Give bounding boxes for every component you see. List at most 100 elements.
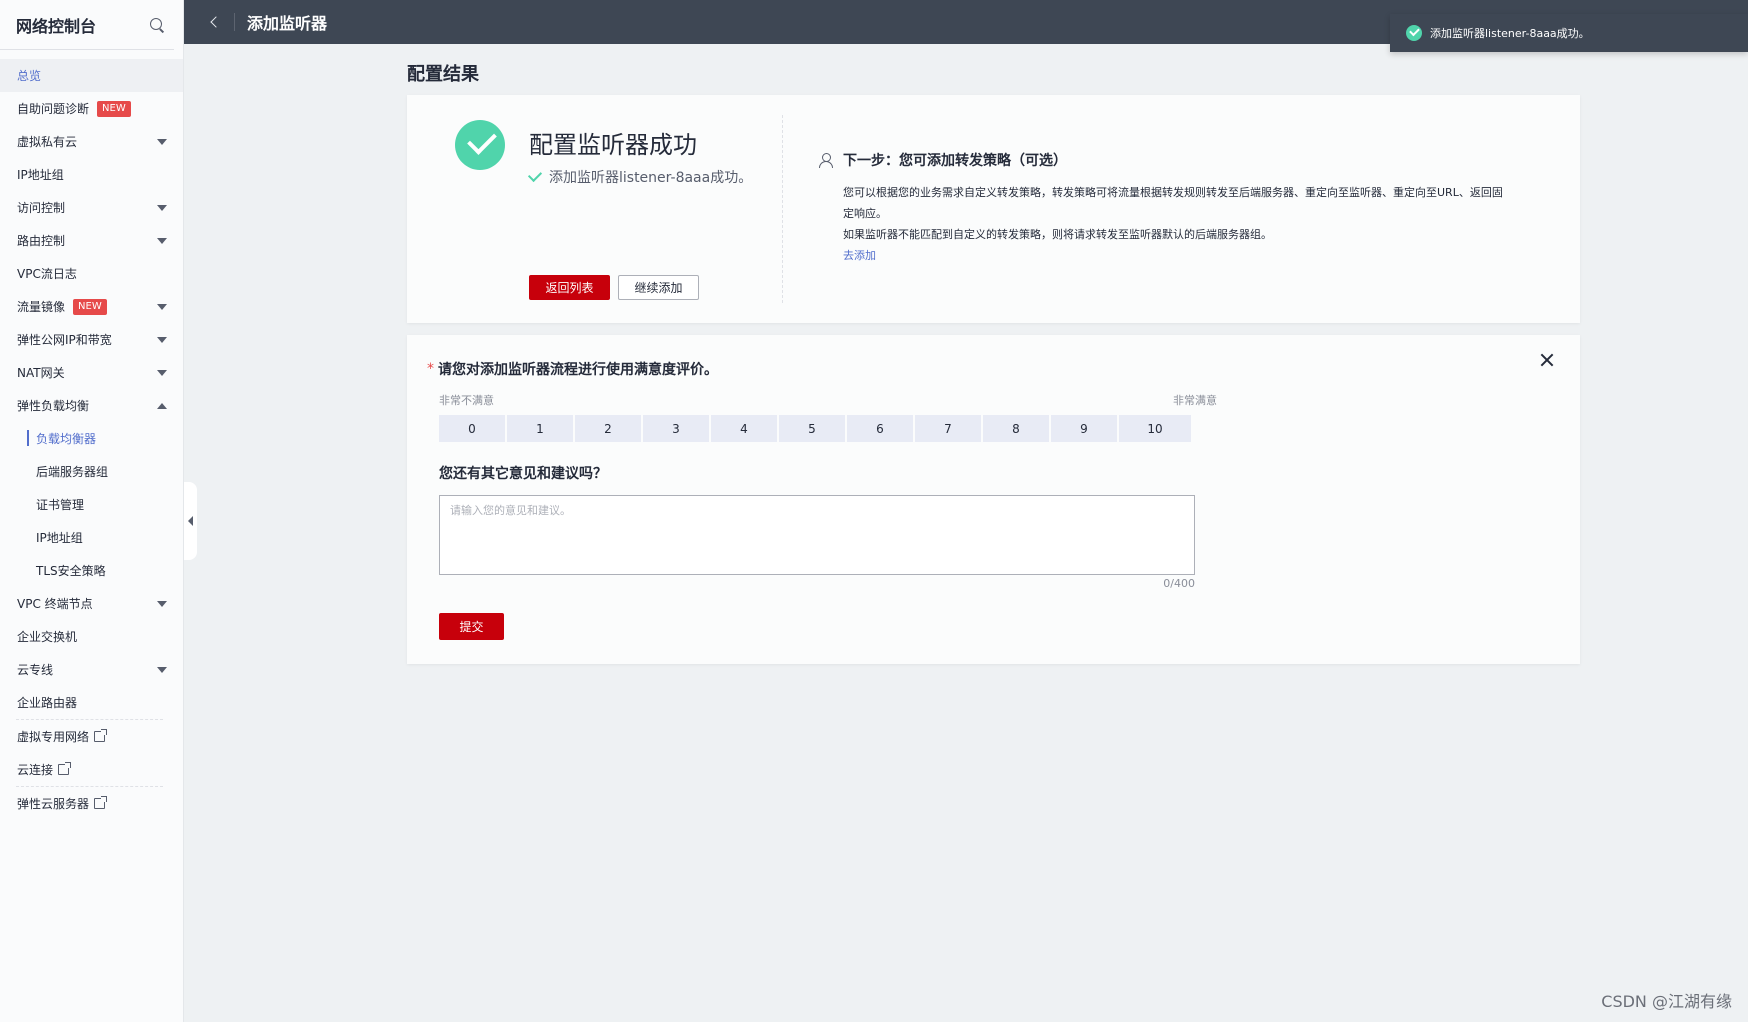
sidebar-item-certificates[interactable]: 证书管理 xyxy=(0,488,183,521)
sidebar-item-label: 总览 xyxy=(17,69,42,83)
next-step-line: 如果监听器不能匹配到自定义的转发策略，则将请求转发至监听器默认的后端服务器组。 xyxy=(843,228,1272,241)
back-to-list-button[interactable]: 返回列表 xyxy=(529,275,610,300)
rating-option[interactable]: 7 xyxy=(915,415,981,442)
survey-question-text: 请您对添加监听器流程进行使用满意度评价。 xyxy=(438,362,718,378)
sidebar-item-elb-ip-group[interactable]: IP地址组 xyxy=(0,521,183,554)
sidebar: 网络控制台 总览 自助问题诊断 NEW 虚拟私有云 IP地址组 访问控制 路由控制… xyxy=(0,0,184,1022)
sidebar-item-label: 自助问题诊断 xyxy=(17,102,90,116)
sidebar-item-route-control[interactable]: 路由控制 xyxy=(0,224,183,257)
sidebar-item-label: 企业交换机 xyxy=(17,630,78,644)
next-step-line: 您可以根据您的业务需求自定义转发策略，转发策略可将流量根据转发规则转发至后端服务… xyxy=(843,186,1503,220)
top-bar-divider xyxy=(234,13,235,31)
page-title: 配置结果 xyxy=(407,64,479,85)
add-policy-link[interactable]: 去添加 xyxy=(843,245,1503,266)
chevron-up-icon xyxy=(157,402,167,409)
close-icon[interactable] xyxy=(1540,353,1554,367)
next-step-heading: 下一步：您可添加转发策略（可选） xyxy=(819,150,1067,170)
sidebar-item-cloud-connect[interactable]: 云连接 xyxy=(0,753,183,786)
sidebar-item-label: VPC流日志 xyxy=(17,267,77,281)
required-mark: * xyxy=(427,361,434,377)
sidebar-item-backend-group[interactable]: 后端服务器组 xyxy=(0,455,183,488)
success-check-icon xyxy=(1406,25,1422,41)
rating-option[interactable]: 0 xyxy=(439,415,505,442)
sidebar-item-label: 弹性云服务器 xyxy=(17,797,90,811)
sidebar-item-label: 云专线 xyxy=(17,663,54,677)
external-link-icon xyxy=(94,796,108,809)
result-subtitle-text: 添加监听器listener-8aaa成功。 xyxy=(549,170,753,186)
success-toast: 添加监听器listener-8aaa成功。 xyxy=(1390,14,1748,52)
rating-option[interactable]: 10 xyxy=(1119,415,1191,442)
sidebar-item-access-control[interactable]: 访问控制 xyxy=(0,191,183,224)
sidebar-header: 网络控制台 xyxy=(0,0,174,50)
toast-message: 添加监听器listener-8aaa成功。 xyxy=(1430,27,1590,40)
sidebar-item-ip-group[interactable]: IP地址组 xyxy=(0,158,183,191)
sidebar-item-label: TLS安全策略 xyxy=(36,564,106,578)
sidebar-menu: 总览 自助问题诊断 NEW 虚拟私有云 IP地址组 访问控制 路由控制 VPC流日… xyxy=(0,50,183,820)
user-icon xyxy=(819,153,833,168)
continue-add-button[interactable]: 继续添加 xyxy=(618,275,699,300)
rating-option[interactable]: 3 xyxy=(643,415,709,442)
watermark: CSDN @江湖有缘 xyxy=(1601,992,1732,1011)
chevron-down-icon xyxy=(157,600,167,607)
chevron-down-icon xyxy=(157,666,167,673)
sidebar-item-enterprise-switch[interactable]: 企业交换机 xyxy=(0,620,183,653)
sidebar-item-tls-policy[interactable]: TLS安全策略 xyxy=(0,554,183,587)
rating-option[interactable]: 1 xyxy=(507,415,573,442)
sidebar-item-label: 虚拟专用网络 xyxy=(17,730,90,744)
sidebar-item-label: 弹性公网IP和带宽 xyxy=(17,333,112,347)
sidebar-item-label: VPC 终端节点 xyxy=(17,597,93,611)
sidebar-item-load-balancer[interactable]: 负载均衡器 xyxy=(0,422,183,455)
check-icon xyxy=(527,167,543,183)
page-header-title: 添加监听器 xyxy=(247,14,328,33)
sidebar-item-direct-connect[interactable]: 云专线 xyxy=(0,653,183,686)
sidebar-title: 网络控制台 xyxy=(16,16,97,36)
sidebar-item-label: 后端服务器组 xyxy=(36,465,109,479)
submit-button[interactable]: 提交 xyxy=(439,613,504,640)
sidebar-item-label: 路由控制 xyxy=(17,234,66,248)
sidebar-item-label: 云连接 xyxy=(17,763,54,777)
external-link-icon xyxy=(58,762,72,775)
back-arrow-icon[interactable] xyxy=(198,4,234,40)
sidebar-item-overview[interactable]: 总览 xyxy=(0,59,183,92)
scale-high-label: 非常满意 xyxy=(1173,394,1217,407)
result-card: 配置监听器成功 添加监听器listener-8aaa成功。 返回列表 继续添加 … xyxy=(407,95,1580,323)
next-step-description: 您可以根据您的业务需求自定义转发策略，转发策略可将流量根据转发规则转发至后端服务… xyxy=(843,182,1503,266)
chevron-down-icon xyxy=(157,138,167,145)
chevron-down-icon xyxy=(157,336,167,343)
char-counter: 0/400 xyxy=(1163,577,1195,590)
sidebar-item-label: 企业路由器 xyxy=(17,696,78,710)
new-badge: NEW xyxy=(97,100,131,117)
feedback-input[interactable] xyxy=(439,495,1195,575)
sidebar-item-label: 证书管理 xyxy=(36,498,85,512)
sidebar-item-label: 虚拟私有云 xyxy=(17,135,78,149)
sidebar-item-vpc-flow-log[interactable]: VPC流日志 xyxy=(0,257,183,290)
sidebar-item-ecs[interactable]: 弹性云服务器 xyxy=(0,787,183,820)
rating-option[interactable]: 8 xyxy=(983,415,1049,442)
sidebar-item-traffic-mirror[interactable]: 流量镜像 NEW xyxy=(0,290,183,323)
rating-option[interactable]: 9 xyxy=(1051,415,1117,442)
sidebar-item-vpn[interactable]: 虚拟专用网络 xyxy=(0,720,183,753)
feedback-question: 您还有其它意见和建议吗？ xyxy=(439,466,607,482)
sidebar-item-elb[interactable]: 弹性负载均衡 xyxy=(0,389,183,422)
sidebar-item-label: 弹性负载均衡 xyxy=(17,399,90,413)
sidebar-item-diagnosis[interactable]: 自助问题诊断 NEW xyxy=(0,92,183,125)
rating-option[interactable]: 6 xyxy=(847,415,913,442)
sidebar-item-enterprise-router[interactable]: 企业路由器 xyxy=(0,686,183,719)
scale-low-label: 非常不满意 xyxy=(439,394,494,407)
sidebar-item-label: IP地址组 xyxy=(17,168,64,182)
rating-option[interactable]: 5 xyxy=(779,415,845,442)
sidebar-item-eip[interactable]: 弹性公网IP和带宽 xyxy=(0,323,183,356)
sidebar-item-vpc-endpoint[interactable]: VPC 终端节点 xyxy=(0,587,183,620)
success-check-icon xyxy=(455,120,505,170)
rating-option[interactable]: 2 xyxy=(575,415,641,442)
chevron-down-icon xyxy=(157,369,167,376)
new-badge: NEW xyxy=(73,298,107,315)
sidebar-item-vpc[interactable]: 虚拟私有云 xyxy=(0,125,183,158)
sidebar-collapse-handle[interactable] xyxy=(184,482,197,560)
vertical-divider xyxy=(782,115,783,303)
search-icon[interactable] xyxy=(149,17,165,33)
sidebar-item-label: NAT网关 xyxy=(17,366,65,380)
rating-option[interactable]: 4 xyxy=(711,415,777,442)
sidebar-item-nat[interactable]: NAT网关 xyxy=(0,356,183,389)
external-link-icon xyxy=(94,729,108,742)
